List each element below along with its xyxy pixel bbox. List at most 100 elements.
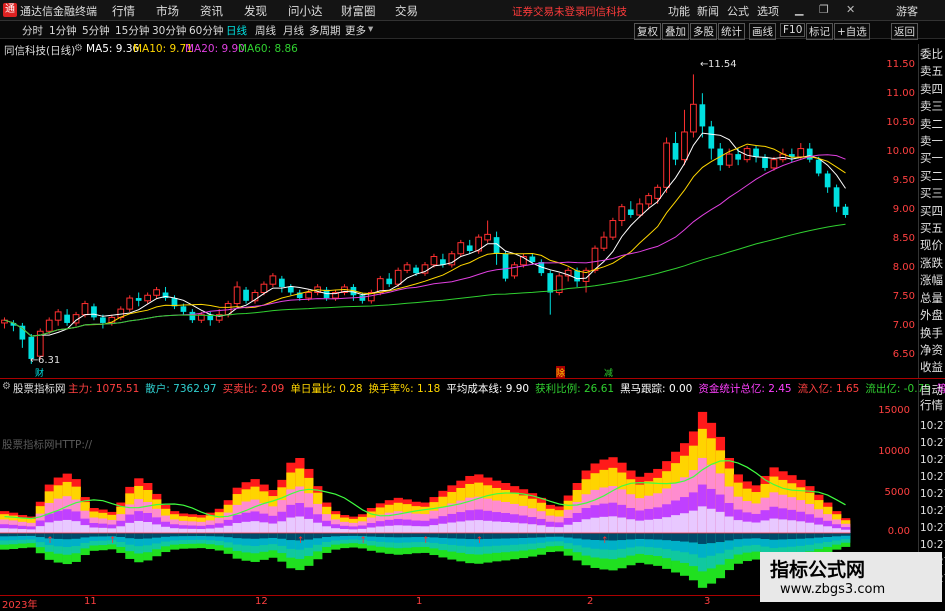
tool-f10[interactable]: F10 [780,23,806,37]
period-intraday[interactable]: 分时 [22,23,43,38]
indicator-bar[interactable] [527,493,538,557]
period-60min[interactable]: 60分钟 [189,23,223,38]
indicator-bar[interactable] [456,480,466,562]
candle[interactable] [91,303,97,321]
indicator-bar[interactable] [805,486,815,560]
indicator-bar[interactable] [187,514,198,549]
indicator-bar[interactable] [313,486,323,560]
indicator-bar[interactable] [348,516,359,548]
quote-label[interactable]: 净资 [920,342,943,359]
indicator-bar[interactable] [89,508,99,551]
quote-label[interactable]: 现价 [920,237,943,254]
indicator-bar[interactable] [599,459,609,570]
indicator-bar[interactable] [608,457,618,571]
quote-label[interactable]: 买四 [920,203,943,220]
indicator-bar[interactable] [778,471,788,565]
candle[interactable] [162,286,169,301]
quote-label[interactable]: 卖五 [920,63,943,80]
period-30min[interactable]: 30分钟 [152,23,186,38]
indicator-bar[interactable] [259,484,269,560]
indicator-bar[interactable] [644,472,654,565]
indicator-bar[interactable] [536,497,547,555]
indicator-bar[interactable] [501,483,511,561]
indicator-bar[interactable] [223,500,233,554]
indicator-bar[interactable] [814,494,824,556]
indicator-bar[interactable] [841,518,851,547]
candle[interactable] [403,262,411,274]
candle[interactable] [233,281,241,307]
indicator-bar[interactable] [671,451,681,573]
candle[interactable] [618,203,626,227]
tool-draw[interactable]: 画线 [749,23,776,40]
auto-label[interactable]: 自动 [920,383,943,398]
candle[interactable] [690,74,697,138]
candle[interactable] [189,309,196,323]
candle[interactable] [681,109,688,166]
menu-discover[interactable]: 发现 [244,3,267,19]
quote-label[interactable]: 卖一 [920,133,943,150]
candle[interactable] [663,137,670,193]
indicator-bar[interactable] [241,482,251,561]
quote-label[interactable]: 买一 [920,150,943,167]
candle[interactable] [367,289,375,304]
indicator-bar[interactable] [787,475,797,564]
indicator-bar[interactable] [26,516,37,548]
indicator-bar[interactable] [17,515,28,549]
indicator-bar[interactable] [250,479,260,562]
quote-label[interactable]: 卖二 [920,116,943,133]
indicator-bar[interactable] [751,485,761,560]
quote-label[interactable]: 收益 [920,359,943,376]
indicator-bar[interactable] [438,490,448,558]
menu-function[interactable]: 功能 [668,3,690,19]
indicator-name[interactable]: 股票指标网 [13,381,66,396]
period-daily[interactable]: 日线 [226,23,247,38]
indicator-bar[interactable] [125,486,135,559]
tool-adjust[interactable]: 复权 [634,23,661,40]
indicator-bar[interactable] [80,497,90,556]
menu-news[interactable]: 资讯 [200,3,223,19]
candle[interactable] [126,295,134,312]
tool-add-watchlist[interactable]: +自选 [834,23,870,40]
indicator-bar[interactable] [152,493,162,557]
tool-multistock[interactable]: 多股 [690,23,717,40]
quote-label[interactable]: 总量 [920,290,943,307]
indicator-bar[interactable] [402,499,412,555]
indicator-bar[interactable] [545,504,556,553]
indicator-bar[interactable] [796,479,806,562]
candle[interactable] [466,239,473,254]
indicator-bar[interactable] [35,501,46,554]
indicator-bar[interactable] [492,480,502,562]
candle[interactable] [1,317,8,329]
indicator-bar[interactable] [447,485,457,560]
indicator-bar[interactable] [214,508,224,551]
quote-label[interactable]: 外盘 [920,307,943,324]
indicator-bar[interactable] [196,515,207,549]
indicator-bar[interactable] [483,477,493,563]
quote-label[interactable]: 买三 [920,185,943,202]
quote-label[interactable]: 买五 [920,220,943,237]
indicator-bar[interactable] [465,475,475,564]
indicator-bar[interactable] [277,479,287,562]
candle[interactable] [278,275,285,293]
quote-label[interactable]: 卖四 [920,81,943,98]
indicator-bar[interactable] [8,512,19,550]
candle[interactable] [153,286,160,299]
indicator-bar[interactable] [635,476,645,563]
candle[interactable] [457,239,465,257]
candle[interactable] [269,273,277,287]
indicator-bar[interactable] [170,511,180,550]
candle[interactable] [555,273,563,296]
indicator-bar[interactable] [724,458,734,571]
candle[interactable] [788,148,795,163]
menu-market[interactable]: 行情 [112,3,135,19]
quote-label[interactable]: 卖三 [920,98,943,115]
indicator-bar[interactable] [581,470,591,566]
candle[interactable] [842,203,849,218]
indicator-bar[interactable] [572,483,582,561]
candle[interactable] [762,154,768,171]
period-multi[interactable]: 多周期 [309,23,341,38]
quote-label[interactable]: 买二 [920,168,943,185]
candle[interactable] [448,250,456,268]
candle[interactable] [386,273,393,287]
indicator-bar[interactable] [393,497,403,555]
